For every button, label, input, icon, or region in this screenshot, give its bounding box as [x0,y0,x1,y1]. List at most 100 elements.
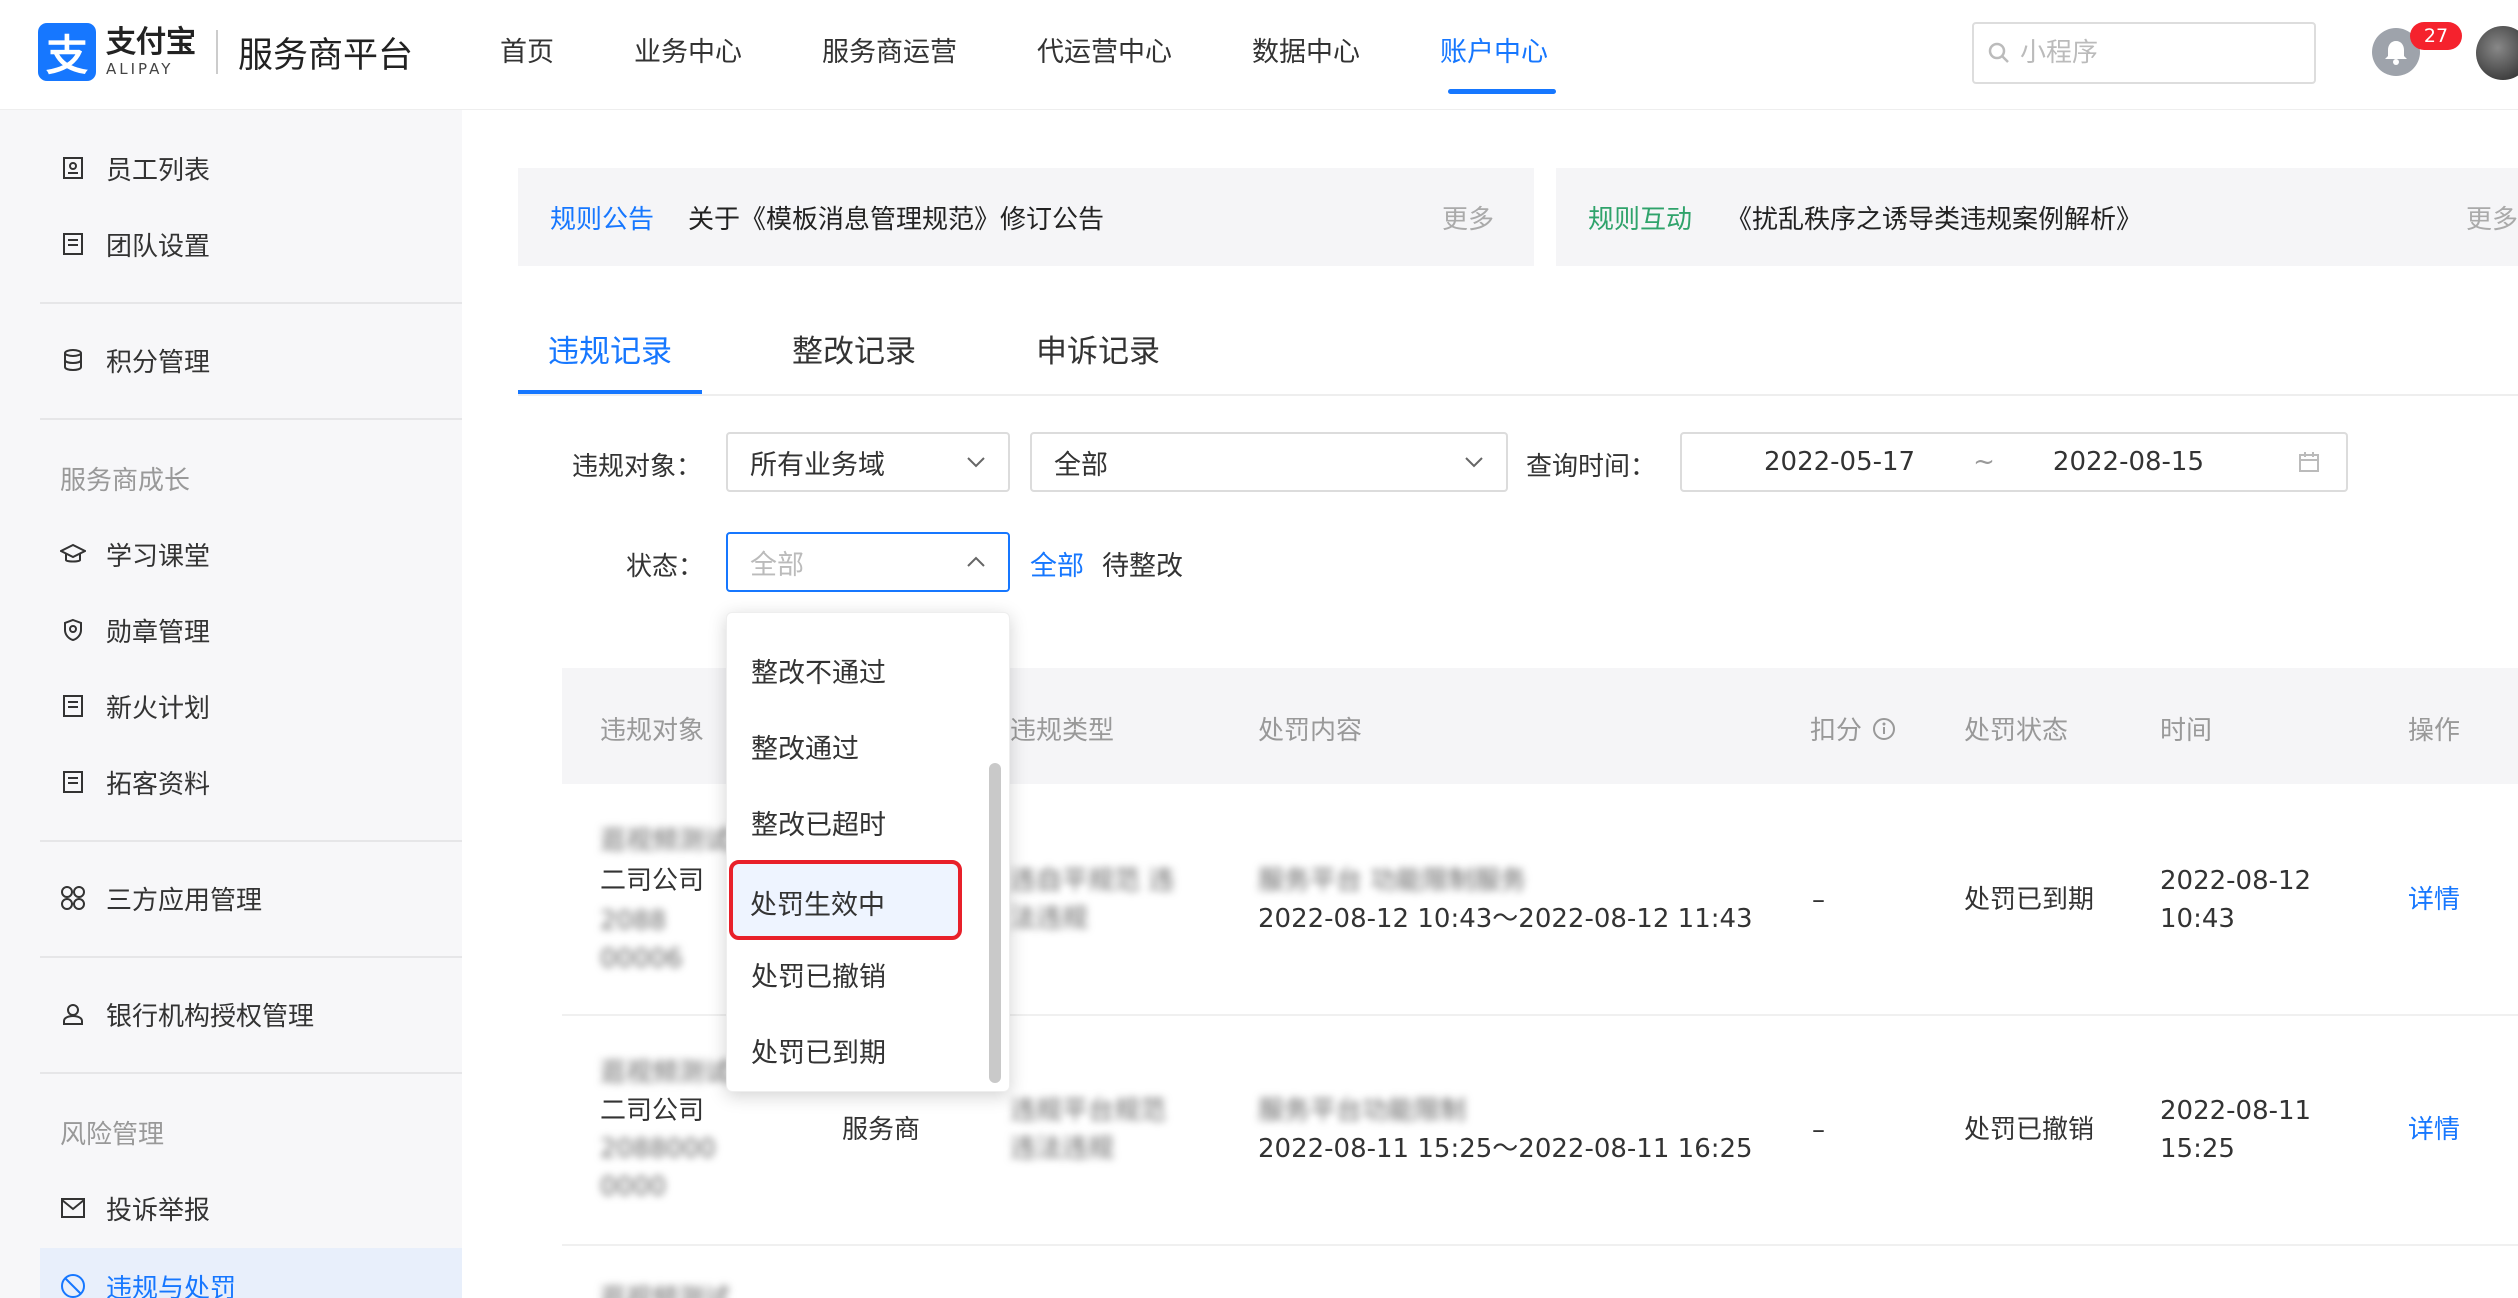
sidebar-item-prospecting[interactable]: 拓客资料 [60,762,210,802]
calendar-icon [2299,452,2319,472]
nav-data-center[interactable]: 数据中心 [1252,0,1360,110]
cell-penalty-line: 服务平台 功能限制服务 [1258,866,1527,896]
sidebar-divider [40,1072,462,1074]
status-select[interactable]: 全部 [726,532,1010,592]
notice-more-link[interactable]: 更多 [2466,199,2518,236]
chevron-down-icon [967,457,985,468]
cell-object-line: 2088000 [600,1134,716,1164]
column-header: 扣分 [1810,716,1863,746]
document-icon [60,231,86,257]
sidebar-item-staff-list[interactable]: 员工列表 [60,148,210,188]
platform-title: 服务商平台 [238,35,414,76]
status-dropdown-menu: 整改不通过 整改通过 整改已超时 处罚已撤销 处罚已到期 [726,612,1010,1092]
sidebar-item-violations[interactable]: 违规与处罚 [60,1266,236,1298]
nav-provider-operations[interactable]: 服务商运营 [822,0,957,110]
row-divider [562,1244,2518,1246]
select-value: 所有业务域 [750,449,885,481]
filter-target-label: 违规对象： [572,452,703,482]
sidebar-item-label: 投诉举报 [106,1195,211,1226]
sidebar-item-label: 积分管理 [106,347,211,378]
sidebar-item-label: 新火计划 [106,693,211,724]
column-header: 时间 [2160,716,2213,746]
detail-link[interactable]: 详情 [2408,1111,2460,1149]
sidebar-divider [40,418,462,420]
cell-score: – [1812,1115,1825,1145]
cell-type-line: 违法违规 [1010,1134,1115,1164]
document-icon [60,693,86,719]
sidebar-item-third-party-apps[interactable]: 三方应用管理 [60,878,262,918]
detail-link[interactable]: 详情 [2408,881,2460,919]
tab-rectification-records[interactable]: 整改记录 [762,318,946,394]
sidebar-item-new-fire-plan[interactable]: 新火计划 [60,686,210,726]
sidebar-item-label: 银行机构授权管理 [106,1001,315,1032]
quick-filter-pending[interactable]: 待整改 [1102,544,1183,583]
sidebar-item-label: 拓客资料 [106,769,211,800]
tab-violation-records[interactable]: 违规记录 [518,318,702,394]
cell-object-line: 逛视频测试 [600,1058,731,1088]
date-start[interactable]: 2022-05-17 [1764,447,1915,477]
quick-filter-all[interactable]: 全部 [1030,544,1084,583]
sidebar-divider [40,302,462,304]
sidebar-group-growth: 服务商成长 [60,466,191,496]
target-domain-select[interactable]: 所有业务域 [726,432,1010,492]
cell-time-clock: 15:25 [2160,1134,2235,1164]
filter-time-label: 查询时间： [1526,452,1657,482]
date-end[interactable]: 2022-08-15 [2053,447,2204,477]
cell-penalty-period: 2022-08-12 10:43～2022-08-12 11:43 [1258,904,1753,934]
cell-penalty-period: 2022-08-11 15:25～2022-08-11 16:25 [1258,1134,1753,1164]
cell-object-line: 0000 [600,1172,667,1202]
sidebar-item-complaints[interactable]: 投诉举报 [60,1188,210,1228]
sidebar-divider [40,840,462,842]
nav-business-center[interactable]: 业务中心 [634,0,742,110]
dropdown-option[interactable]: 整改已超时 [751,803,886,842]
sidebar-item-badges[interactable]: 勋章管理 [60,610,210,650]
brand-logo[interactable]: 支 支付宝 ALIPAY 服务商平台 [38,22,413,82]
sidebar-item-points[interactable]: 积分管理 [60,340,210,380]
dropdown-option[interactable]: 整改通过 [751,727,859,766]
document-icon [60,769,86,795]
dropdown-option[interactable]: 处罚已到期 [751,1031,886,1070]
cell-type-line: 法违规 [1010,904,1089,934]
sidebar-item-label: 学习课堂 [106,541,211,572]
nav-account-center[interactable]: 账户中心 [1440,0,1556,110]
shield-icon [60,617,86,643]
info-icon[interactable] [1872,717,1896,741]
sidebar-item-bank-authorization[interactable]: 银行机构授权管理 [60,994,314,1034]
tab-appeal-records[interactable]: 申诉记录 [1006,318,1190,394]
notice-more-link[interactable]: 更多 [1442,199,1494,236]
cell-object-line: 逛视频测试 [600,1280,730,1298]
cell-object-line: 二司公司 [600,1096,705,1126]
alipay-logo-icon: 支 [38,23,96,81]
sidebar-item-team-settings[interactable]: 团队设置 [60,224,210,264]
dropdown-option-highlighted[interactable]: 处罚生效中 [729,860,962,940]
notice-rule-announcement[interactable]: 规则公告 关于《模板消息管理规范》修订公告 更多 [518,168,1534,266]
dropdown-scrollbar[interactable] [989,763,1001,1083]
search-box[interactable] [1972,22,2316,84]
logo-cn-text: 支付宝 [106,24,196,60]
cell-time-date: 2022-08-11 [2160,1096,2312,1126]
sidebar: 员工列表 团队设置 积分管理 服务商成长 学习课堂 勋章管理 新火计划 拓客资料… [0,110,462,1298]
search-input[interactable] [2020,38,2280,68]
notice-text[interactable]: 关于《模板消息管理规范》修订公告 [688,199,1442,236]
cell-type-line: 违自平规范 违 [1010,866,1175,896]
target-sub-select[interactable]: 全部 [1030,432,1508,492]
sidebar-divider [40,956,462,958]
column-header: 处罚内容 [1258,716,1363,746]
date-range-picker[interactable]: 2022-05-17 ~ 2022-08-15 [1680,432,2348,492]
dropdown-option-label: 处罚生效中 [750,890,885,921]
cell-score: – [1812,885,1825,915]
apps-icon [60,885,86,911]
sidebar-item-learning[interactable]: 学习课堂 [60,534,210,574]
dropdown-option[interactable]: 处罚已撤销 [751,955,886,994]
dropdown-option[interactable]: 整改不通过 [751,651,886,690]
cell-type-line: 违规平台规范 [1010,1096,1167,1126]
select-placeholder: 全部 [750,549,804,581]
cell-time-date: 2022-08-12 [2160,866,2312,896]
nav-agency-operations[interactable]: 代运营中心 [1037,0,1172,110]
nav-home[interactable]: 首页 [500,0,554,110]
notice-label: 规则公告 [550,204,655,235]
notice-text[interactable]: 《扰乱秩序之诱导类违规案例解析》 [1726,199,2466,236]
logo-text: 支付宝 ALIPAY [106,24,196,77]
cell-object-line: 二司公司 [600,866,705,896]
notice-rule-interaction[interactable]: 规则互动 《扰乱秩序之诱导类违规案例解析》 更多 [1556,168,2518,266]
